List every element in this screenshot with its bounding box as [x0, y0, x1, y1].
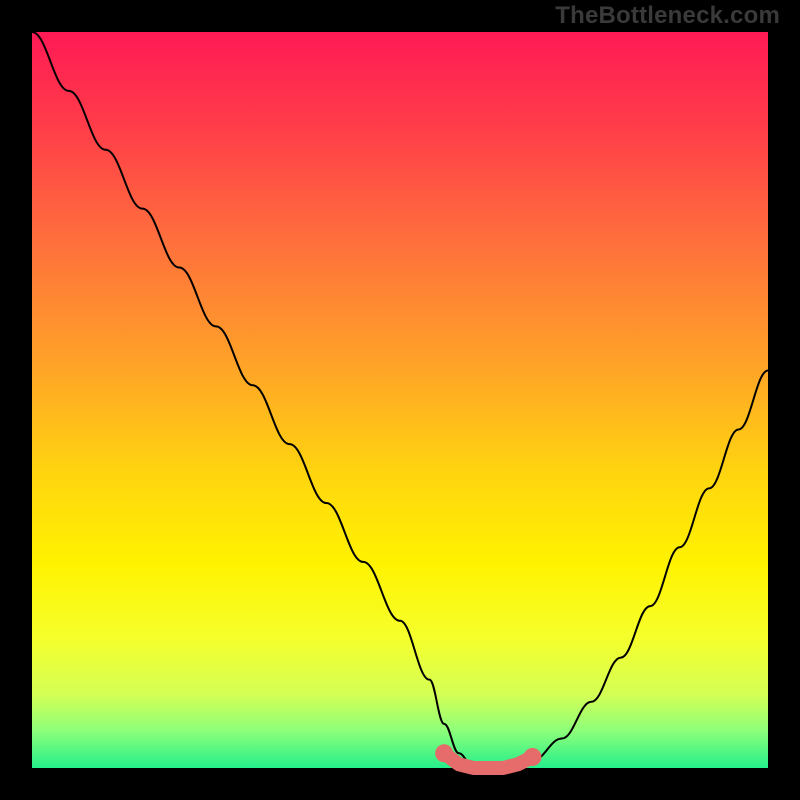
plot-area	[32, 32, 768, 768]
watermark-text: TheBottleneck.com	[555, 2, 780, 30]
chart-stage: TheBottleneck.com	[0, 0, 800, 800]
